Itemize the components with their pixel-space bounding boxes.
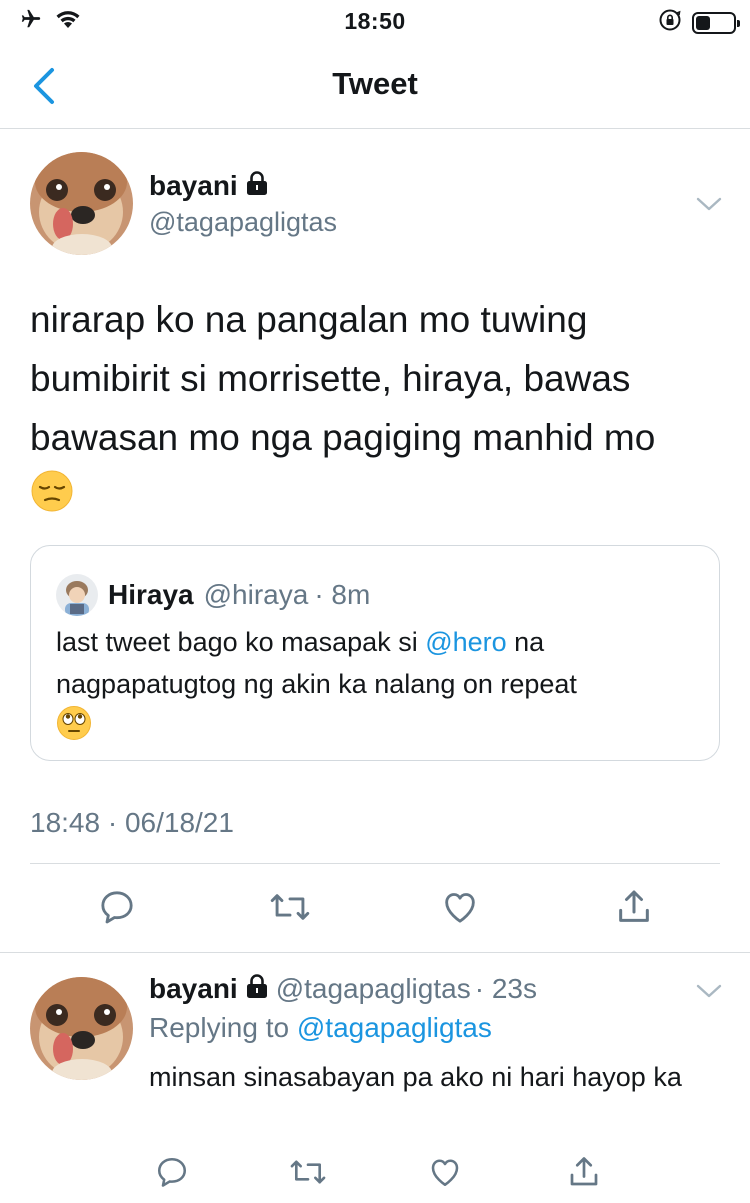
- battery-level: [696, 15, 711, 30]
- author-name: bayani: [149, 170, 238, 201]
- replying-to-handle[interactable]: @tagapagligtas: [297, 1012, 492, 1043]
- nav-bar: Tweet: [0, 42, 750, 129]
- chevron-down-icon: [696, 197, 722, 211]
- reply-options-button[interactable]: [695, 982, 723, 1000]
- page-title: Tweet: [332, 66, 418, 101]
- like-button[interactable]: [423, 1150, 467, 1194]
- replying-to-label: Replying to: [149, 1012, 290, 1043]
- divider: [0, 952, 750, 953]
- share-icon: [570, 1157, 598, 1186]
- reply-text: minsan sinasabayan pa ako ni hari hayop …: [149, 1062, 682, 1092]
- chevron-down-icon: [696, 984, 722, 998]
- status-right: [658, 8, 740, 37]
- quoted-tweet-time: · 8m: [314, 579, 371, 610]
- reply-button[interactable]: [150, 1150, 194, 1194]
- reply-button[interactable]: [95, 885, 139, 929]
- reply-icon: [157, 1157, 187, 1187]
- author-handle: @tagapagligtas: [149, 207, 338, 237]
- quoted-author-avatar: [56, 574, 98, 616]
- quoted-tweet-text: last tweet bago ko masapak si @hero na n…: [56, 621, 696, 753]
- lock-icon: [246, 973, 268, 1005]
- mention-link[interactable]: @hero: [425, 627, 506, 657]
- retweet-button[interactable]: [286, 1150, 330, 1194]
- quoted-author-name: Hiraya: [108, 579, 194, 610]
- tweet-action-bar: [0, 885, 750, 935]
- share-button[interactable]: [562, 1150, 606, 1194]
- reply-time: · 23s: [474, 973, 537, 1004]
- battery-icon: [692, 11, 740, 34]
- divider: [30, 863, 720, 864]
- replying-to: Replying to @tagapagligtas: [149, 1012, 492, 1044]
- retweet-button[interactable]: [268, 885, 312, 929]
- battery-cap: [737, 19, 740, 27]
- status-time: 18:50: [344, 8, 406, 34]
- tweet-options-button[interactable]: [695, 195, 723, 213]
- share-button[interactable]: [612, 885, 656, 929]
- tweet-timestamp: 18:48 · 06/18/21: [30, 807, 234, 838]
- share-icon: [619, 890, 649, 922]
- author-avatar[interactable]: [30, 152, 133, 255]
- face-with-rolling-eyes-emoji: [56, 705, 92, 753]
- lock-icon: [246, 170, 268, 202]
- reply-action-bar: [0, 1150, 750, 1194]
- retweet-icon: [290, 1160, 326, 1184]
- reply-author-avatar[interactable]: [30, 977, 133, 1080]
- quoted-author-handle: @hiraya: [203, 579, 309, 610]
- retweet-icon: [270, 894, 310, 920]
- reply-author-name[interactable]: bayani: [149, 973, 238, 1005]
- tweet-text: nirarap ko na pangalan mo tuwing bumibir…: [30, 290, 730, 530]
- reply-header: bayani @tagapagligtas · 23s: [149, 973, 537, 1005]
- orientation-lock-icon: [658, 8, 682, 37]
- quoted-tweet-header: Hiraya @hiraya · 8m: [56, 574, 370, 616]
- tweet-body: nirarap ko na pangalan mo tuwing bumibir…: [30, 299, 656, 458]
- quoted-text-before: last tweet bago ko masapak si: [56, 627, 426, 657]
- author-name-row[interactable]: bayani: [149, 170, 268, 202]
- like-icon: [431, 1159, 459, 1187]
- quoted-tweet-card[interactable]: Hiraya @hiraya · 8m last tweet bago ko m…: [30, 545, 720, 761]
- reply-icon: [101, 891, 133, 924]
- like-icon: [445, 893, 475, 923]
- pensive-face-emoji: [30, 469, 74, 530]
- like-button[interactable]: [438, 885, 482, 929]
- reply-author-handle: @tagapagligtas: [275, 973, 471, 1004]
- status-bar: 18:50: [0, 0, 750, 42]
